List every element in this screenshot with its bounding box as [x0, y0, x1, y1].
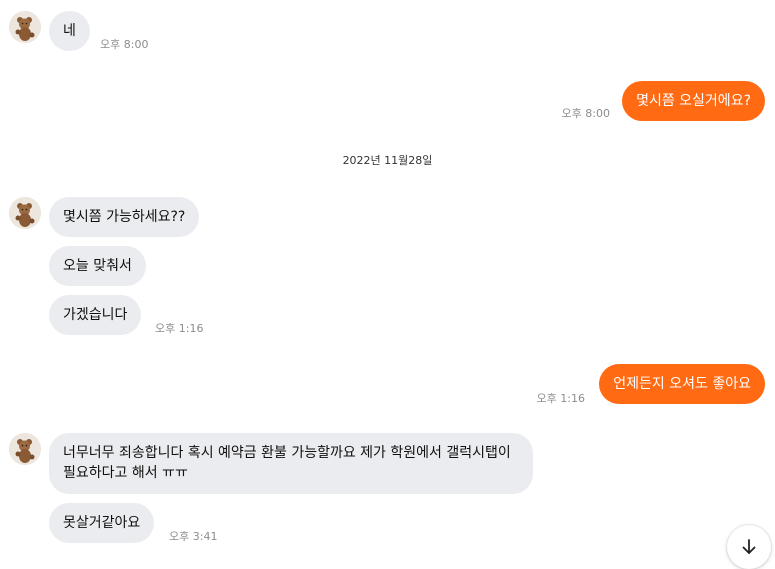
date-separator: 2022년 11월28일: [342, 154, 433, 167]
message-bubble-incoming[interactable]: 너무너무 죄송합니다 혹시 예약금 환불 가능할까요 제가 학원에서 갤럭시탭이…: [49, 433, 533, 494]
message-bubble-incoming[interactable]: 가겠습니다: [49, 295, 142, 335]
message-timestamp: 오후 1:16: [536, 392, 585, 405]
avatar[interactable]: [9, 11, 41, 43]
avatar[interactable]: [9, 197, 41, 229]
message-timestamp: 오후 8:00: [561, 107, 610, 120]
message-timestamp: 오후 1:16: [155, 322, 204, 335]
message-timestamp: 오후 8:00: [100, 38, 149, 51]
message-bubble-incoming[interactable]: 네: [49, 11, 90, 51]
message-bubble-incoming[interactable]: 못살거같아요: [49, 503, 155, 543]
message-bubble-outgoing[interactable]: 몇시쯤 오실거에요?: [622, 81, 765, 121]
scroll-to-bottom-button[interactable]: [727, 525, 771, 569]
teddy-bear-icon: [9, 11, 41, 43]
message-bubble-outgoing[interactable]: 언제든지 오셔도 좋아요: [599, 364, 765, 404]
avatar[interactable]: [9, 433, 41, 465]
message-bubble-incoming[interactable]: 오늘 맞춰서: [49, 246, 146, 286]
message-bubble-incoming[interactable]: 몇시쯤 가능하세요??: [49, 197, 200, 237]
message-timestamp: 오후 3:41: [169, 530, 218, 543]
arrow-down-icon: [742, 539, 756, 554]
teddy-bear-icon: [9, 197, 41, 229]
teddy-bear-icon: [9, 433, 41, 465]
